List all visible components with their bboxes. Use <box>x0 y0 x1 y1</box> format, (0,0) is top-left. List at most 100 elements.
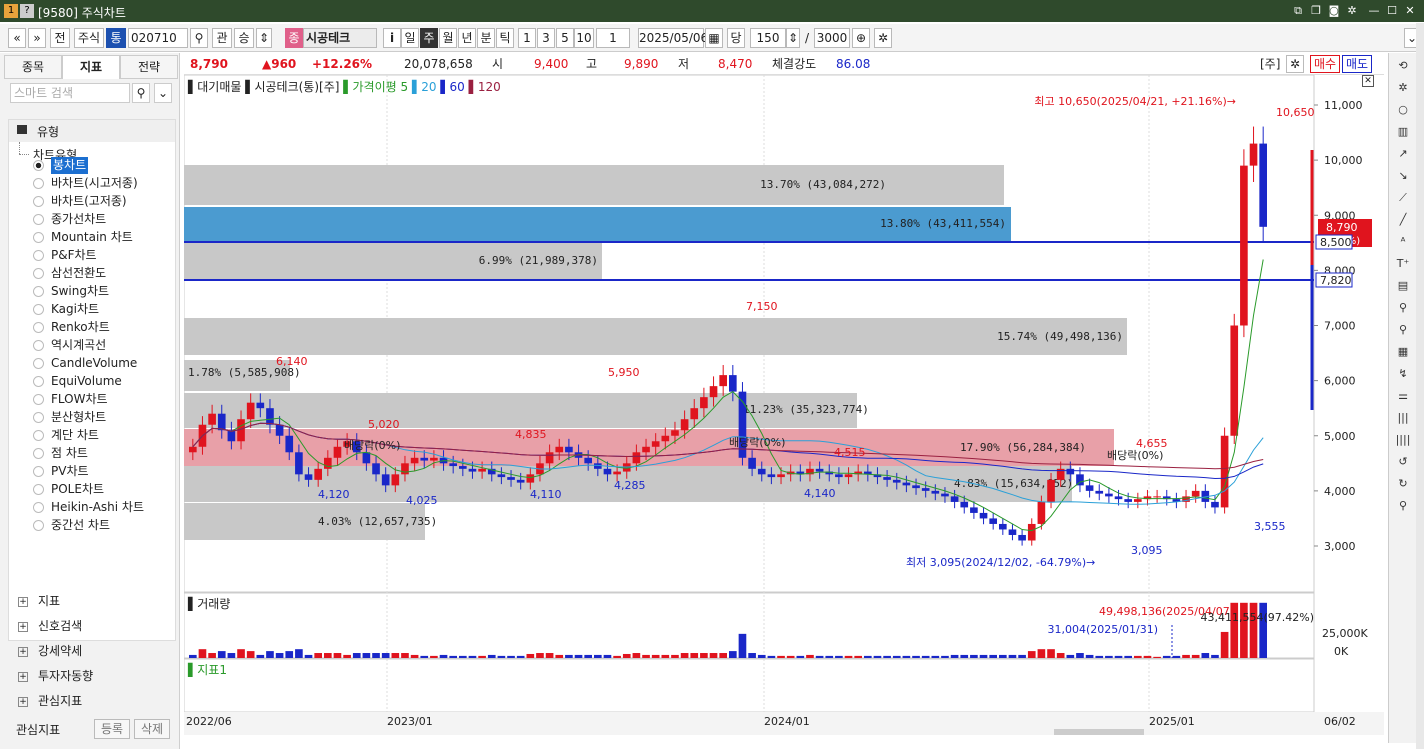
cycle2-icon[interactable]: |||| <box>1393 431 1413 449</box>
trend-up-icon[interactable]: ↗ <box>1393 145 1413 163</box>
radio-icon[interactable] <box>33 268 44 279</box>
chart-type-item[interactable]: PV차트 <box>51 463 89 480</box>
chart-type-item[interactable]: EquiVolume <box>51 373 122 390</box>
zoom-out-icon[interactable]: ⚲ <box>1393 321 1413 339</box>
interval-button-3[interactable]: 3 <box>537 28 555 48</box>
info-button[interactable]: i <box>383 28 401 48</box>
period-tab-1[interactable]: 주 <box>420 28 438 48</box>
maximize-icon[interactable]: ☐ <box>1384 3 1400 19</box>
smart-search-input[interactable]: 스마트 검색 <box>10 83 130 103</box>
zoom-icon[interactable]: ⊕ <box>852 28 870 48</box>
group-item[interactable]: + 강세약세 <box>18 642 82 660</box>
minimize-icon[interactable]: — <box>1366 3 1382 19</box>
expand-icon[interactable]: + <box>18 621 28 632</box>
magnify-icon[interactable]: ⚲ <box>1393 497 1413 515</box>
chart-type-item[interactable]: FLOW차트 <box>51 391 108 408</box>
chart-type-item[interactable]: Heikin-Ashi 차트 <box>51 499 144 516</box>
chart-type-item[interactable]: 삼선전환도 <box>51 265 106 282</box>
undo-icon[interactable]: ↺ <box>1393 453 1413 471</box>
radio-icon[interactable] <box>33 484 44 495</box>
type-badge[interactable]: 통 <box>106 28 126 48</box>
interval-button-1[interactable]: 1 <box>518 28 536 48</box>
radio-icon[interactable] <box>33 178 44 189</box>
register-button[interactable]: 등록 <box>94 719 130 739</box>
radio-icon[interactable] <box>33 196 44 207</box>
interval-button-10[interactable]: 10 <box>574 28 594 48</box>
date-input[interactable]: 2025/05/06 <box>638 28 708 48</box>
line-icon[interactable]: ⟋ <box>1393 189 1413 207</box>
expand-icon[interactable]: + <box>18 596 28 607</box>
chart-type-item[interactable]: Swing차트 <box>51 283 109 300</box>
stock-code-input[interactable]: 020710 <box>128 28 188 48</box>
buy-button[interactable]: 매수 <box>1310 55 1340 73</box>
parallel-icon[interactable]: ⚌ <box>1393 387 1413 405</box>
radio-icon[interactable] <box>33 340 44 351</box>
expand-icon[interactable]: + <box>18 646 28 657</box>
close-icon[interactable]: ✕ <box>1362 75 1374 87</box>
period-tab-0[interactable]: 일 <box>401 28 419 48</box>
chart-type-item[interactable]: Mountain 차트 <box>51 229 133 246</box>
link-icon[interactable]: ⧉ <box>1290 3 1306 19</box>
chevron-down-icon[interactable]: ⌄ <box>154 83 172 103</box>
close-icon[interactable]: ✕ <box>1402 3 1418 19</box>
group-item[interactable]: + 지표 <box>18 592 60 610</box>
stock-name[interactable]: 시공테크 <box>303 28 377 48</box>
group-item[interactable]: + 투자자동향 <box>18 667 93 685</box>
radio-icon[interactable] <box>33 430 44 441</box>
chart-type-item[interactable]: POLE차트 <box>51 481 104 498</box>
help-icon[interactable]: ? <box>20 4 34 18</box>
vertical-scrollbar[interactable] <box>1416 23 1424 749</box>
redo-icon[interactable]: ↻ <box>1393 475 1413 493</box>
chart-type-item[interactable]: 역시계곡선 <box>51 337 106 354</box>
group-item[interactable]: + 관심지표 <box>18 692 82 710</box>
count-input[interactable]: 150 <box>750 28 786 48</box>
interval-button-5[interactable]: 5 <box>556 28 574 48</box>
chart-type-item[interactable]: P&F차트 <box>51 247 97 264</box>
chart-type-item[interactable]: Kagi차트 <box>51 301 99 318</box>
num-input[interactable]: 1 <box>596 28 630 48</box>
radio-icon[interactable] <box>33 502 44 513</box>
search-icon[interactable]: ⚲ <box>132 83 150 103</box>
group-item[interactable]: + 신호검색 <box>18 617 82 635</box>
refresh-icon[interactable]: ⟲ <box>1393 57 1413 75</box>
radio-icon[interactable] <box>33 376 44 387</box>
nav-prev-button[interactable]: « <box>8 28 26 48</box>
radio-icon[interactable] <box>33 322 44 333</box>
tab-stocks[interactable]: 종목 <box>4 55 62 79</box>
radio-icon[interactable] <box>33 250 44 261</box>
expand-icon[interactable]: + <box>18 696 28 707</box>
trend-down-icon[interactable]: ↘ <box>1393 167 1413 185</box>
radio-icon[interactable] <box>33 160 44 171</box>
radio-icon[interactable] <box>33 304 44 315</box>
radio-icon[interactable] <box>33 520 44 531</box>
circle-icon[interactable]: ○ <box>1393 101 1413 119</box>
tab-strategy[interactable]: 전략 <box>120 55 178 79</box>
auto-icon[interactable]: ᴬ <box>1393 233 1413 251</box>
settings-icon[interactable]: ✲ <box>874 28 892 48</box>
period-tab-4[interactable]: 분 <box>477 28 495 48</box>
radio-icon[interactable] <box>33 394 44 405</box>
gwan-button[interactable]: 관 <box>212 28 232 48</box>
chart-type-item[interactable]: 점 차트 <box>51 445 88 462</box>
spin-updown-icon[interactable]: ⇕ <box>256 28 272 48</box>
radio-icon[interactable] <box>33 232 44 243</box>
grid-icon[interactable]: ▤ <box>1393 277 1413 295</box>
period-tab-2[interactable]: 월 <box>439 28 457 48</box>
bar-icon[interactable]: ▥ <box>1393 123 1413 141</box>
chart-type-item[interactable]: 봉차트 <box>51 157 89 174</box>
gear-icon[interactable]: ✲ <box>1286 55 1304 73</box>
radio-icon[interactable] <box>33 286 44 297</box>
settings-icon[interactable]: ✲ <box>1393 79 1413 97</box>
radio-icon[interactable] <box>33 466 44 477</box>
chart-type-item[interactable]: 바차트(시고저종) <box>51 175 138 192</box>
text-icon[interactable]: T⁺ <box>1393 255 1413 273</box>
chart-area[interactable]: 13.70% (43,084,272) 13.80% (43,411,554) 6.… <box>183 74 1384 735</box>
calendar-icon[interactable]: ▦ <box>705 28 723 48</box>
search-icon[interactable]: ⚲ <box>190 28 208 48</box>
period-tab-5[interactable]: 틱 <box>496 28 514 48</box>
gear-icon[interactable]: ✲ <box>1344 3 1360 19</box>
nav-down-button[interactable]: » <box>28 28 46 48</box>
chart-type-item[interactable]: Renko차트 <box>51 319 110 336</box>
chart-type-item[interactable]: 바차트(고저종) <box>51 193 127 210</box>
pattern-icon[interactable]: ▦ <box>1393 343 1413 361</box>
